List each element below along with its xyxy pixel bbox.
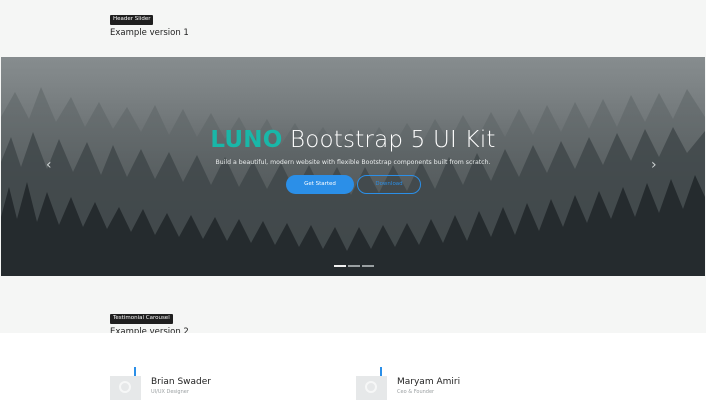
testimonial-role: UI/UX Designer xyxy=(151,389,189,395)
hero-description: Build a beautiful, modern website with f… xyxy=(215,159,491,166)
hero-title-text: Bootstrap 5 UI Kit xyxy=(289,127,496,153)
section-tag: Header Slider xyxy=(110,14,154,25)
hero-brand: LUNO xyxy=(210,127,283,153)
testimonial-name: Maryam Amiri xyxy=(397,377,461,387)
section-header-slider: Header Slider Example version 1 xyxy=(110,5,189,38)
hero-title: LUNO Bootstrap 5 UI Kit xyxy=(1,127,705,153)
carousel-indicators xyxy=(334,265,374,267)
download-button[interactable]: Download xyxy=(357,175,421,194)
avatar xyxy=(110,376,141,400)
testimonial-role: Ceo & Founder xyxy=(397,389,435,395)
carousel-indicator-3[interactable] xyxy=(362,265,374,267)
carousel-indicator-2[interactable] xyxy=(348,265,360,267)
section-tag: Testimonial Carousel xyxy=(110,313,173,324)
get-started-button[interactable]: Get Started xyxy=(286,175,354,194)
chevron-left-icon[interactable]: ‹ xyxy=(46,157,52,173)
section-subtitle: Example version 1 xyxy=(110,28,189,38)
chevron-right-icon[interactable]: › xyxy=(651,157,657,173)
testimonial-name: Brian Swader xyxy=(151,377,211,387)
forest-background xyxy=(1,87,705,276)
avatar xyxy=(356,376,387,400)
hero-slider[interactable]: LUNO Bootstrap 5 UI Kit Build a beautifu… xyxy=(1,57,705,276)
avatar-placeholder-icon xyxy=(119,381,131,393)
avatar-placeholder-icon xyxy=(365,381,377,393)
testimonial-carousel[interactable] xyxy=(0,333,706,400)
carousel-indicator-1[interactable] xyxy=(334,265,346,267)
